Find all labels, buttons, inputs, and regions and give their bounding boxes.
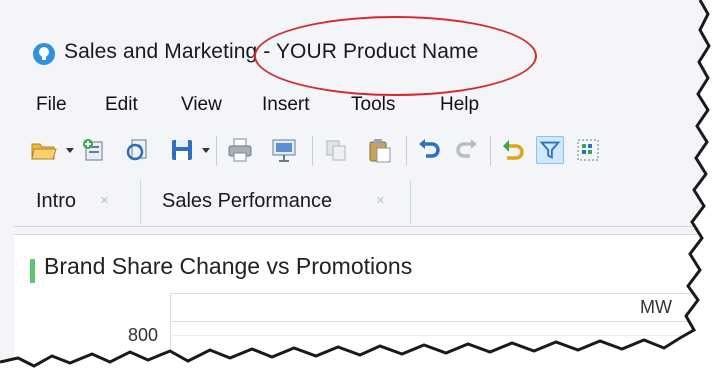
series-header: MW (170, 293, 712, 322)
toolbar-separator (312, 136, 313, 166)
toolbar-separator (490, 136, 491, 166)
add-report-icon[interactable] (80, 136, 108, 164)
title-app-name: Sales and Marketing (64, 40, 258, 63)
app-window: Sales and Marketing - YOUR Product Name … (0, 0, 712, 377)
menu-insert[interactable]: Insert (262, 94, 310, 116)
copy-icon[interactable] (322, 136, 350, 164)
save-dropdown-icon[interactable] (202, 148, 210, 153)
tab-label: Intro (36, 190, 77, 212)
menu-help[interactable]: Help (440, 94, 479, 116)
tab-label: Sales Performance (162, 190, 333, 212)
series-label: MW (640, 297, 672, 317)
toolbar-separator (406, 136, 407, 166)
redo-icon[interactable] (452, 136, 480, 164)
present-icon[interactable] (270, 136, 298, 164)
menu-bar: File Edit View Insert Tools Help (0, 88, 712, 122)
menu-file[interactable]: File (36, 94, 67, 116)
print-icon[interactable] (226, 136, 254, 164)
open-folder-icon[interactable] (30, 136, 58, 164)
open-dropdown-icon[interactable] (66, 148, 74, 153)
tab-close-icon[interactable]: × (376, 192, 385, 209)
chart-title-marker (30, 259, 35, 283)
grid-line (170, 335, 712, 336)
undo-icon[interactable] (416, 136, 444, 164)
lightbulb-icon (33, 43, 55, 65)
menu-view[interactable]: View (181, 94, 222, 116)
content-panel: Brand Share Change vs Promotions MW 800 (14, 234, 712, 377)
tab-bar: Intro × Sales Performance × (14, 180, 712, 227)
tab-close-icon[interactable]: × (100, 192, 109, 209)
filter-button[interactable] (536, 136, 564, 164)
reset-icon[interactable] (500, 136, 528, 164)
refresh-icon[interactable] (124, 136, 152, 164)
paste-icon[interactable] (366, 136, 394, 164)
menu-edit[interactable]: Edit (105, 94, 138, 116)
toolbar-separator (216, 136, 217, 166)
toolbar (0, 130, 712, 176)
annotation-oval (254, 16, 537, 96)
menu-tools[interactable]: Tools (351, 94, 395, 116)
title-bar: Sales and Marketing - YOUR Product Name (0, 16, 712, 96)
chart-title: Brand Share Change vs Promotions (44, 253, 413, 279)
tab-sales-performance[interactable]: Sales Performance × (140, 180, 411, 224)
grid-icon[interactable] (574, 136, 602, 164)
save-icon[interactable] (168, 136, 196, 164)
tab-intro[interactable]: Intro × (14, 180, 141, 224)
filter-icon (539, 141, 561, 159)
y-tick-label: 800 (127, 325, 158, 345)
